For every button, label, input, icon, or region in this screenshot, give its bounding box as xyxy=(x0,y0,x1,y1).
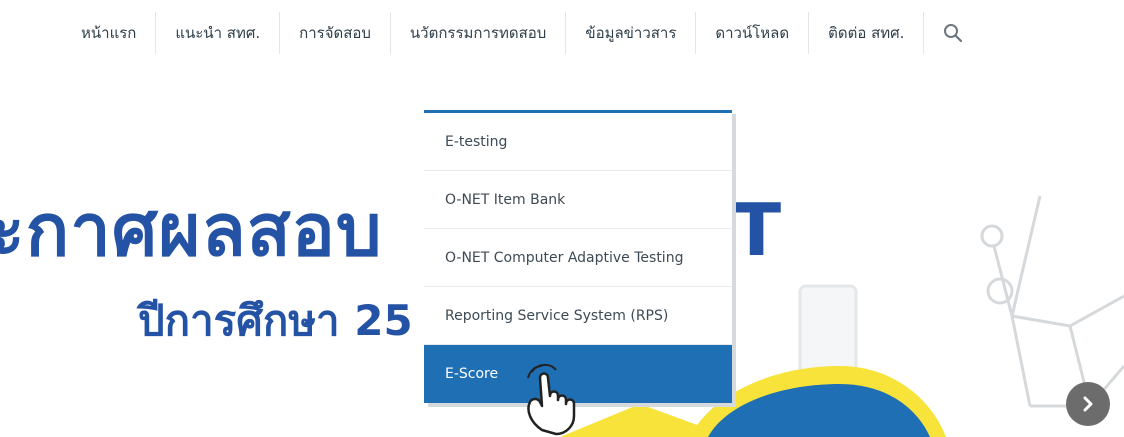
nav-item-exams[interactable]: การจัดสอบ xyxy=(280,12,391,54)
search-button[interactable] xyxy=(924,12,982,54)
nav-item-news[interactable]: ข้อมูลข่าวสาร xyxy=(566,12,697,54)
nav-item-download[interactable]: ดาวน์โหลด xyxy=(696,12,810,54)
top-nav: หน้าแรก แนะนำ สทศ. การจัดสอบ นวัตกรรมการ… xyxy=(0,0,1124,66)
dropdown-item-onet-item-bank[interactable]: O-NET Item Bank xyxy=(424,171,732,229)
nav-item-innovation[interactable]: นวัตกรรมการทดสอบ xyxy=(391,12,567,54)
nav-item-about[interactable]: แนะนำ สทศ. xyxy=(156,12,281,54)
nav-item-home[interactable]: หน้าแรก xyxy=(62,12,157,54)
chevron-right-icon xyxy=(1083,396,1093,412)
hero-title: ะกาศผลสอบ xyxy=(0,188,383,272)
dropdown-item-onet-cat[interactable]: O-NET Computer Adaptive Testing xyxy=(424,229,732,287)
nav-item-contact[interactable]: ติดต่อ สทศ. xyxy=(809,12,925,54)
slider-next-button[interactable] xyxy=(1066,382,1110,426)
search-icon xyxy=(944,24,963,43)
hand-pointer-icon xyxy=(527,364,576,436)
hero-subtitle: ปีการศึกษา 25 xyxy=(138,296,413,345)
dropdown-item-e-testing[interactable]: E-testing xyxy=(424,113,732,171)
dropdown-item-rps[interactable]: Reporting Service System (RPS) xyxy=(424,287,732,345)
hero-title-end: T xyxy=(732,188,782,272)
